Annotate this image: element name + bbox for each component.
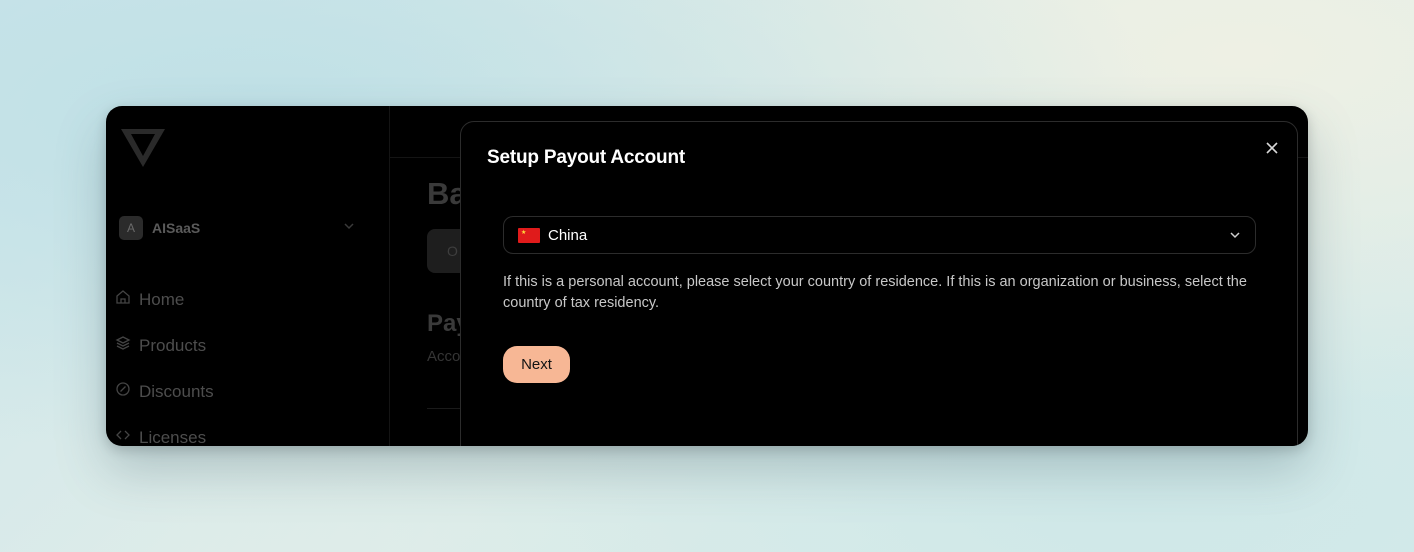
sidebar-item-licenses[interactable]: Licenses xyxy=(115,427,206,446)
home-icon xyxy=(115,289,131,310)
workspace-avatar: A xyxy=(119,215,143,240)
workspace-switcher[interactable]: A AISaaS xyxy=(119,215,355,240)
sidebar-item-label: Home xyxy=(139,289,185,309)
next-button[interactable]: Next xyxy=(503,346,570,383)
country-select[interactable]: ★ China xyxy=(503,216,1256,254)
sidebar-item-label: Licenses xyxy=(139,427,207,447)
layers-icon xyxy=(115,335,131,356)
sidebar-item-discounts[interactable]: Discounts xyxy=(115,381,214,402)
sidebar-item-label: Discounts xyxy=(139,381,214,401)
code-icon xyxy=(115,427,131,446)
country-help-text: If this is a personal account, please se… xyxy=(503,274,1247,311)
workspace-name: AISaaS xyxy=(152,219,201,236)
logo-icon xyxy=(120,128,166,173)
app-window: A AISaaS Home Products Discounts License… xyxy=(106,106,1308,446)
discount-icon xyxy=(115,381,131,402)
country-select-value: China xyxy=(548,226,588,244)
chevron-down-icon xyxy=(343,219,355,237)
china-flag-icon: ★ xyxy=(518,227,540,243)
chevron-down-icon xyxy=(1229,229,1241,241)
modal-title: Setup Payout Account xyxy=(487,147,685,168)
section-subtitle: Acco xyxy=(427,348,461,365)
close-icon[interactable] xyxy=(1263,139,1281,157)
sidebar-item-home[interactable]: Home xyxy=(115,289,184,310)
sidebar-item-products[interactable]: Products xyxy=(115,335,206,356)
setup-payout-modal: Setup Payout Account ★ China If this is … xyxy=(460,121,1298,446)
sidebar: A AISaaS Home Products Discounts License… xyxy=(106,106,390,446)
sidebar-item-label: Products xyxy=(139,335,207,355)
